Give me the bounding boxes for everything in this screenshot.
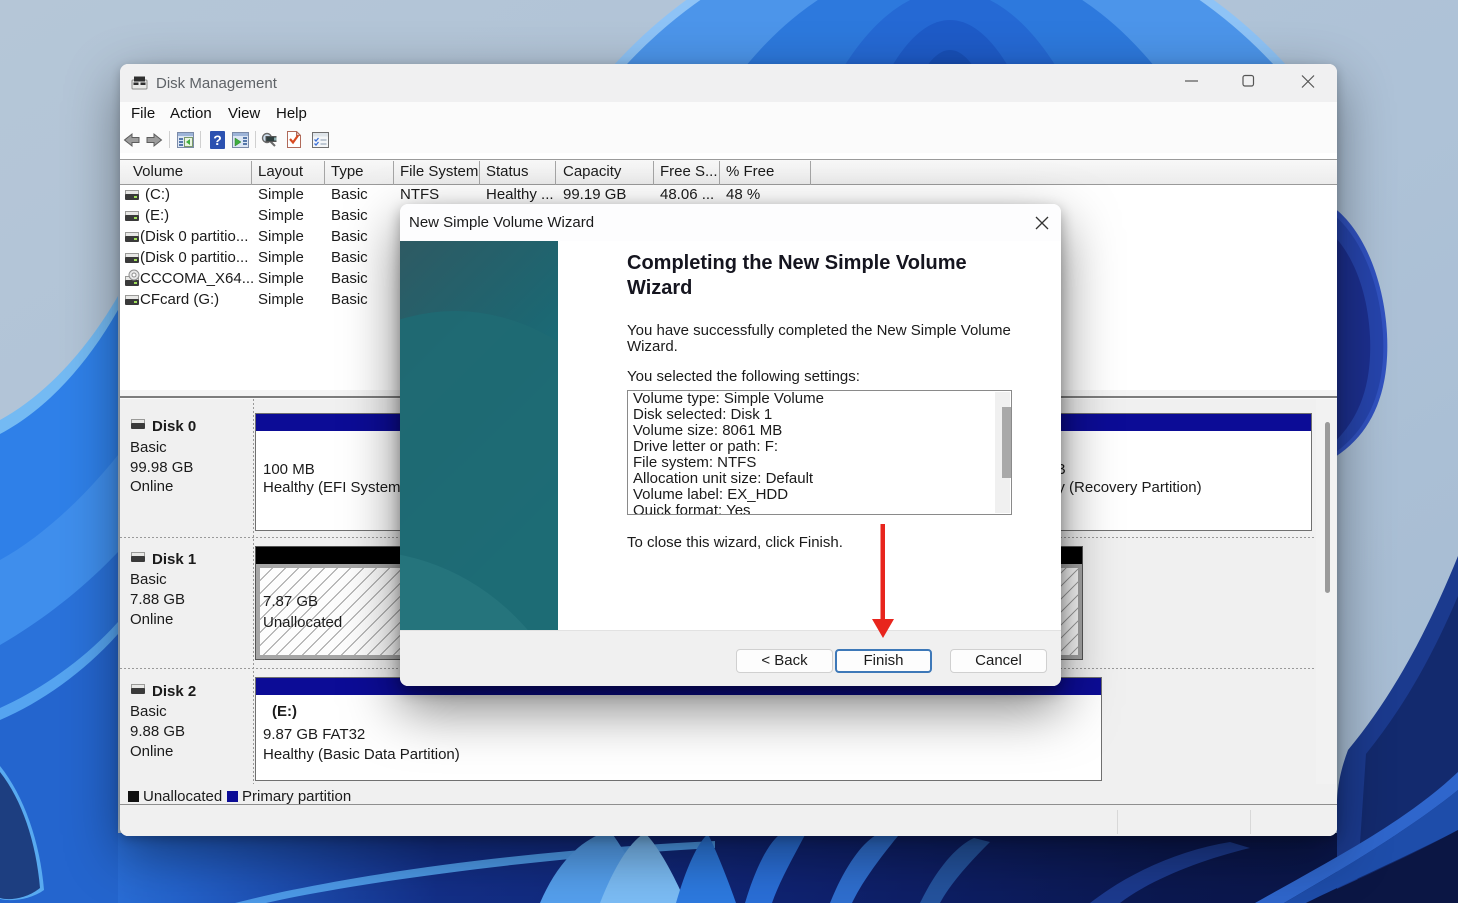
svg-text:?: ? — [213, 132, 222, 148]
